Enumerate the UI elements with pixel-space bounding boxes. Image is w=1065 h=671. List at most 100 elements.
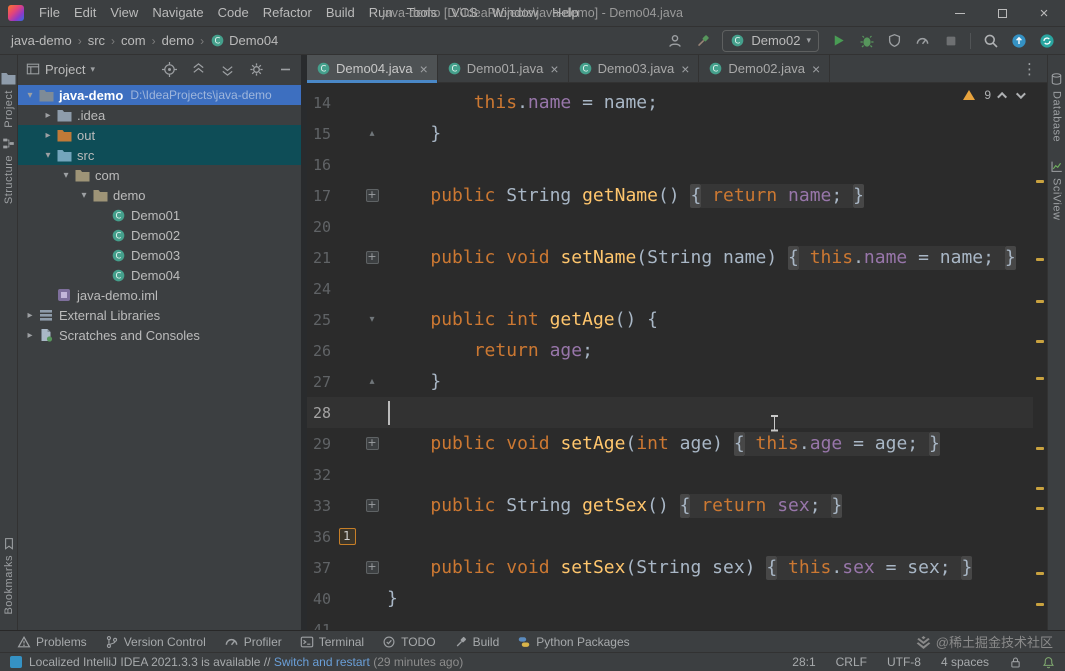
line-separator[interactable]: CRLF [836,655,867,669]
line-number[interactable]: 24 [307,280,331,298]
prev-warning-button[interactable] [997,91,1007,101]
fold-marker-up-icon[interactable]: ▴ [363,128,381,139]
tool-button-python-packages[interactable]: Python Packages [508,631,638,653]
line-number[interactable]: 36 [307,528,331,546]
menu-edit[interactable]: Edit [67,0,103,26]
file-encoding[interactable]: UTF-8 [887,655,921,669]
tree-item-idea[interactable]: ▸.idea [18,105,301,125]
fold-marker-plus-icon[interactable]: + [366,499,379,512]
fold-marker-plus-icon[interactable]: + [366,437,379,450]
close-icon[interactable]: × [681,61,689,77]
locate-file-button[interactable] [161,61,177,77]
line-number[interactable]: 15 [307,125,331,143]
stripe-button-structure[interactable]: Structure [1,137,16,204]
close-button[interactable]: × [1023,0,1065,27]
tree-item-external-libraries[interactable]: ▸External Libraries [18,305,301,325]
line-number[interactable]: 26 [307,342,331,360]
line-number[interactable]: 40 [307,590,331,608]
build-hammer-icon[interactable] [694,32,711,49]
bookmark-badge[interactable]: 1 [339,528,356,545]
menu-file[interactable]: File [32,0,67,26]
stripe-mark[interactable] [1036,340,1044,343]
line-number[interactable]: 33 [307,497,331,515]
tree-item-java-demo-iml[interactable]: java-demo.iml [18,285,301,305]
stripe-button-sciview[interactable]: SciView [1050,160,1063,220]
stop-button[interactable] [942,32,959,49]
stripe-button-project[interactable]: Project [1,72,16,128]
breadcrumb-item-demo04[interactable]: CDemo04 [209,33,279,48]
chevron-right-icon[interactable]: ▸ [40,130,56,141]
stripe-button-bookmarks[interactable]: Bookmarks [3,537,15,615]
error-stripe[interactable] [1033,83,1047,630]
tree-item-java-demo[interactable]: ▾java-demoD:\IdeaProjects\java-demo [18,85,301,105]
run-button[interactable] [830,32,847,49]
sync-button[interactable] [1038,32,1055,49]
fold-marker-plus-icon[interactable]: + [366,561,379,574]
fold-marker-plus-icon[interactable]: + [366,189,379,202]
stripe-button-database[interactable]: Database [1050,72,1063,142]
menu-navigate[interactable]: Navigate [145,0,210,26]
tab-demo01-java[interactable]: CDemo01.java× [438,55,569,82]
notifications-icon[interactable] [1042,656,1055,669]
tab-demo03-java[interactable]: CDemo03.java× [569,55,700,82]
profiler-button[interactable] [914,32,931,49]
tree-item-demo[interactable]: ▾demo [18,185,301,205]
tree-item-out[interactable]: ▸out [18,125,301,145]
collapse-all-button[interactable] [219,61,235,77]
tree-item-demo03[interactable]: CDemo03 [18,245,301,265]
tree-item-src[interactable]: ▾src [18,145,301,165]
switch-restart-link[interactable]: Switch and restart [274,655,370,669]
stripe-mark[interactable] [1036,447,1044,450]
chevron-down-icon[interactable]: ▾ [58,170,74,181]
expand-all-button[interactable] [190,61,206,77]
chevron-down-icon[interactable]: ▾ [76,190,92,201]
user-icon[interactable] [666,32,683,49]
caret-position[interactable]: 28:1 [792,655,815,669]
debug-button[interactable] [858,32,875,49]
line-number[interactable]: 29 [307,435,331,453]
tree-item-scratches-and-consoles[interactable]: ▸Scratches and Consoles [18,325,301,345]
tool-button-problems[interactable]: Problems [8,631,96,653]
indent-setting[interactable]: 4 spaces [941,655,989,669]
stripe-mark[interactable] [1036,300,1044,303]
search-everywhere-button[interactable] [982,32,999,49]
line-number[interactable]: 25 [307,311,331,329]
breadcrumb-item-src[interactable]: src [87,33,106,48]
line-number[interactable]: 28 [307,404,331,422]
tree-item-demo01[interactable]: CDemo01 [18,205,301,225]
minimize-button[interactable] [939,0,981,27]
menu-build[interactable]: Build [319,0,362,26]
menu-refactor[interactable]: Refactor [256,0,319,26]
close-icon[interactable]: × [550,61,558,77]
chevron-right-icon[interactable]: ▸ [22,310,38,321]
run-config-select[interactable]: C Demo02 ▾ [722,30,819,52]
stripe-mark[interactable] [1036,603,1044,606]
tab-list-more-button[interactable]: ⋮ [1012,60,1047,78]
tab-demo04-java[interactable]: CDemo04.java× [307,55,438,82]
editor[interactable]: 14 this.name = name;15▴ }1617+ public St… [307,83,1047,630]
stripe-mark[interactable] [1036,377,1044,380]
breadcrumb-item-demo[interactable]: demo [161,33,196,48]
line-number[interactable]: 17 [307,187,331,205]
stripe-mark[interactable] [1036,258,1044,261]
breadcrumb-item-com[interactable]: com [120,33,147,48]
chevron-right-icon[interactable]: ▸ [22,330,38,341]
stripe-mark[interactable] [1036,180,1044,183]
update-notification-icon[interactable] [10,656,22,668]
fold-marker-up-icon[interactable]: ▴ [363,376,381,387]
tool-button-build[interactable]: Build [445,631,509,653]
tree-item-demo02[interactable]: CDemo02 [18,225,301,245]
fold-marker-down-icon[interactable]: ▾ [363,314,381,325]
hide-panel-button[interactable] [277,61,293,77]
maximize-button[interactable] [981,0,1023,27]
close-icon[interactable]: × [812,61,820,77]
tool-button-terminal[interactable]: Terminal [291,631,373,653]
tree-item-com[interactable]: ▾com [18,165,301,185]
tool-button-profiler[interactable]: Profiler [215,631,291,653]
settings-gear-button[interactable] [248,61,264,77]
coverage-button[interactable] [886,32,903,49]
project-panel-tab[interactable]: Project ▾ [26,62,95,77]
tool-button-todo[interactable]: TODO [373,631,444,653]
tab-demo02-java[interactable]: CDemo02.java× [699,55,830,82]
menu-view[interactable]: View [103,0,145,26]
